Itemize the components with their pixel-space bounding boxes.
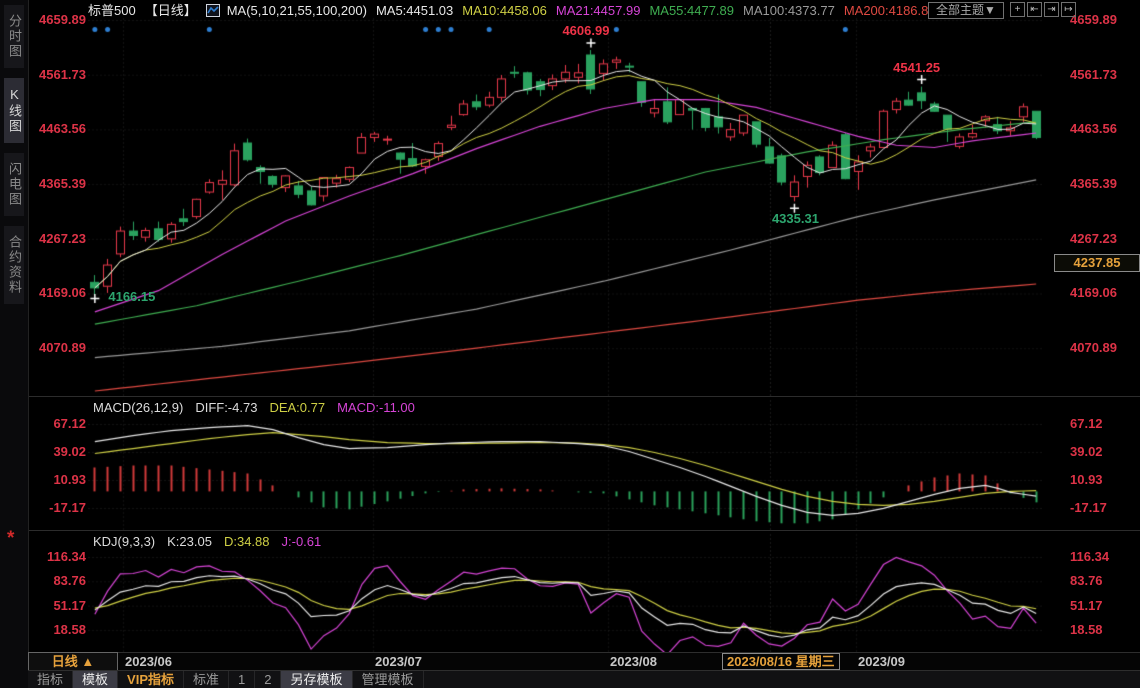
axis-label: 10.93 bbox=[1070, 472, 1140, 488]
axis-label: 51.17 bbox=[1070, 598, 1140, 614]
extreme-price-annotation: 4335.31 bbox=[772, 211, 819, 226]
axis-label: -17.17 bbox=[30, 500, 86, 516]
extreme-price-annotation: 4606.99 bbox=[562, 23, 609, 38]
sidebar-tabs: 分时图 K线图闪电图合约资料 bbox=[0, 0, 28, 304]
chart-tool-buttons: +⇤⇥↦ bbox=[1010, 2, 1076, 17]
xaxis-date-label: 2023/06 bbox=[125, 654, 172, 669]
theme-dropdown-button[interactable]: 全部主题▼ bbox=[928, 2, 1004, 19]
toolbar-item-1[interactable]: 模板 bbox=[73, 671, 118, 688]
panel-divider bbox=[28, 530, 1140, 531]
kdj-k-value: K:23.05 bbox=[167, 534, 212, 549]
axis-label: 4561.73 bbox=[1070, 67, 1140, 83]
toolbar-item-2[interactable]: VIP指标 bbox=[118, 671, 184, 688]
candlestick-chart-icon bbox=[206, 4, 220, 17]
symbol-name: 标普500 bbox=[88, 3, 136, 18]
axis-label: 4659.89 bbox=[1070, 12, 1140, 28]
toolbar-item-6[interactable]: 另存模板 bbox=[281, 671, 352, 688]
sidebar-tab-3[interactable]: 合约资料 bbox=[4, 226, 24, 304]
ma-param: MA(5,10,21,55,100,200) bbox=[227, 3, 367, 18]
macd-dea-value: DEA:0.77 bbox=[269, 400, 325, 415]
toolbar-item-3[interactable]: 标准 bbox=[184, 671, 229, 688]
xaxis-row bbox=[28, 652, 1140, 671]
kdj-j-value: J:-0.61 bbox=[282, 534, 322, 549]
sidebar: 分时图 K线图闪电图合约资料 * bbox=[0, 0, 29, 688]
axis-label: 116.34 bbox=[30, 549, 86, 565]
kdj-d-value: D:34.88 bbox=[224, 534, 270, 549]
toolbar-item-0[interactable]: 指标 bbox=[28, 671, 73, 688]
extreme-price-annotation: 4541.25 bbox=[893, 60, 940, 75]
xaxis-date-label: 2023/07 bbox=[375, 654, 422, 669]
axis-label: 4463.56 bbox=[1070, 121, 1140, 137]
bottom-toolbar: 指标模板VIP指标标准12另存模板管理模板 bbox=[28, 670, 1140, 688]
xaxis-date-label: 2023/08 bbox=[610, 654, 657, 669]
axis-label: 10.93 bbox=[30, 472, 86, 488]
macd-diff-value: DIFF:-4.73 bbox=[195, 400, 257, 415]
macd-macd-value: MACD:-11.00 bbox=[337, 400, 415, 415]
axis-label: 51.17 bbox=[30, 598, 86, 614]
period-selector-button[interactable]: 日线 ▲ bbox=[28, 652, 118, 671]
panel-divider bbox=[28, 396, 1140, 397]
toolbar-item-4[interactable]: 1 bbox=[229, 671, 255, 688]
macd-title: MACD(26,12,9) bbox=[93, 400, 183, 415]
crosshair-date-label: 2023/08/16 星期三 bbox=[722, 653, 840, 670]
xaxis-date-label: 2023/09 bbox=[858, 654, 905, 669]
shift-right-icon[interactable]: ↦ bbox=[1061, 2, 1076, 17]
kdj-chart-canvas[interactable] bbox=[88, 532, 1042, 652]
sidebar-tab-2[interactable]: 闪电图 bbox=[4, 153, 24, 216]
axis-label: 4169.06 bbox=[1070, 285, 1140, 301]
axis-label: 39.02 bbox=[30, 444, 86, 460]
app-root: 分时图 K线图闪电图合约资料 * 标普500 【日线】 MA(5,10,21,55,1… bbox=[0, 0, 1140, 688]
sidebar-tab-1[interactable]: K线图 bbox=[4, 78, 24, 143]
axis-label: 4070.89 bbox=[30, 340, 86, 356]
ma-value: MA100:4373.77 bbox=[743, 3, 835, 18]
axis-label: 4659.89 bbox=[30, 12, 86, 28]
axis-label: 4267.23 bbox=[1070, 231, 1140, 247]
ma-value: MA5:4451.03 bbox=[376, 3, 453, 18]
highlight-price-label: 4237.85 bbox=[1054, 254, 1140, 272]
axis-label: 4463.56 bbox=[30, 121, 86, 137]
sidebar-tab-0[interactable]: 分时图 bbox=[4, 5, 24, 68]
compress-left-icon[interactable]: ⇤ bbox=[1027, 2, 1042, 17]
toolbar-item-7[interactable]: 管理模板 bbox=[353, 671, 424, 688]
axis-label: 4267.23 bbox=[30, 231, 86, 247]
chart-header: 标普500 【日线】 MA(5,10,21,55,100,200) MA5:4451.… bbox=[88, 2, 946, 19]
extreme-price-annotation: 4166.15 bbox=[108, 289, 155, 304]
axis-label: 18.58 bbox=[1070, 622, 1140, 638]
axis-label: 67.12 bbox=[1070, 416, 1140, 432]
kdj-header: KDJ(9,3,3) K:23.05 D:34.88 J:-0.61 bbox=[93, 534, 333, 549]
axis-label: -17.17 bbox=[1070, 500, 1140, 516]
axis-label: 4365.39 bbox=[30, 176, 86, 192]
ma-value: MA55:4477.89 bbox=[649, 3, 734, 18]
expand-right-icon[interactable]: ⇥ bbox=[1044, 2, 1059, 17]
alert-icon: * bbox=[7, 528, 14, 550]
axis-label: 18.58 bbox=[30, 622, 86, 638]
toolbar-item-5[interactable]: 2 bbox=[255, 671, 281, 688]
axis-label: 39.02 bbox=[1070, 444, 1140, 460]
kdj-title: KDJ(9,3,3) bbox=[93, 534, 155, 549]
axis-label: 83.76 bbox=[30, 573, 86, 589]
ma-value: MA21:4457.99 bbox=[556, 3, 641, 18]
period-tag: 【日线】 bbox=[145, 3, 197, 18]
ma-values: MA5:4451.03 MA10:4458.06 MA21:4457.99 MA55:… bbox=[376, 3, 937, 18]
axis-label: 4070.89 bbox=[1070, 340, 1140, 356]
macd-chart-canvas[interactable] bbox=[88, 398, 1042, 530]
pan-icon[interactable]: + bbox=[1010, 2, 1025, 17]
axis-label: 83.76 bbox=[1070, 573, 1140, 589]
macd-header: MACD(26,12,9) DIFF:-4.73 DEA:0.77 MACD:-11.… bbox=[93, 400, 427, 415]
axis-label: 116.34 bbox=[1070, 549, 1140, 565]
axis-label: 67.12 bbox=[30, 416, 86, 432]
axis-label: 4169.06 bbox=[30, 285, 86, 301]
ma-value: MA200:4186.8 bbox=[844, 3, 929, 18]
axis-label: 4561.73 bbox=[30, 67, 86, 83]
axis-label: 4365.39 bbox=[1070, 176, 1140, 192]
ma-value: MA10:4458.06 bbox=[462, 3, 547, 18]
